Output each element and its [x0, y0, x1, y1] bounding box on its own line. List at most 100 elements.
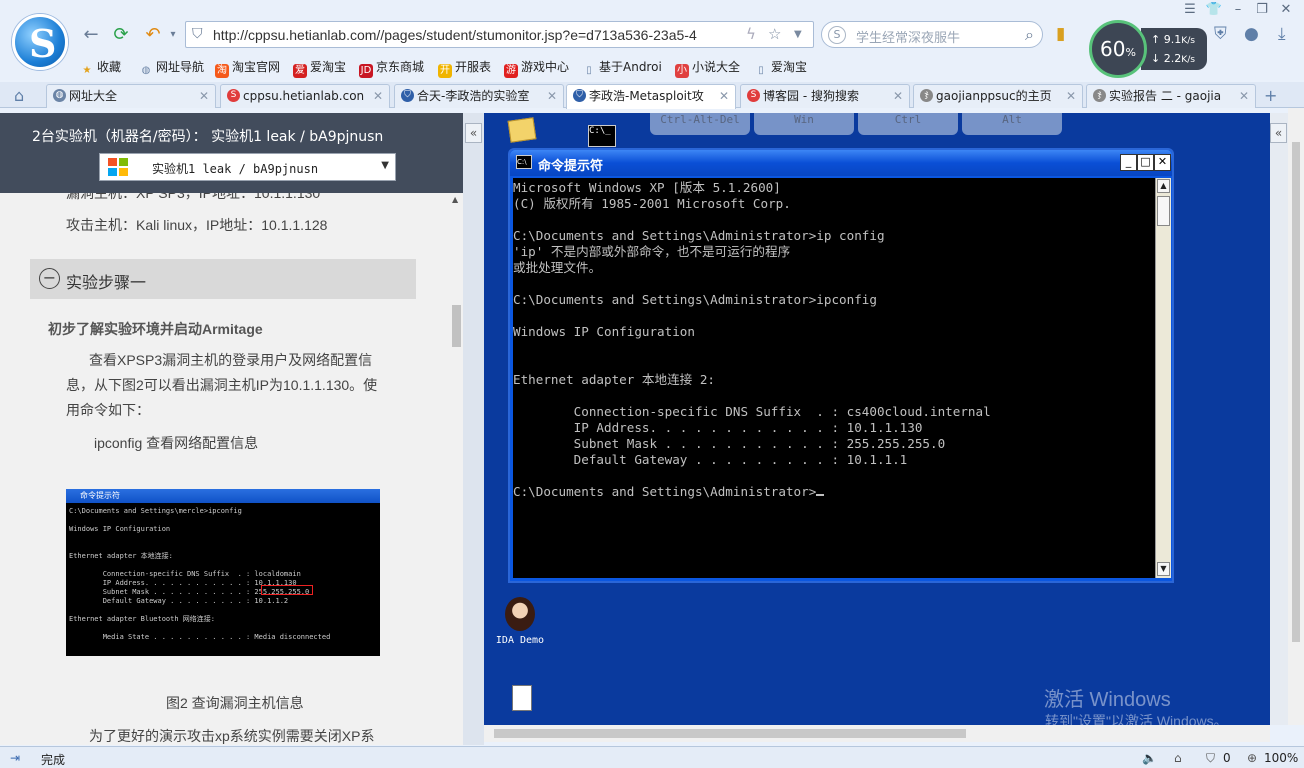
tab-close-icon[interactable]: ✕	[1066, 85, 1076, 107]
download-icon[interactable]: ⤓	[1278, 24, 1286, 44]
scroll-thumb[interactable]	[494, 729, 966, 738]
tab[interactable]: S 博客园 - 搜狗搜索 ✕	[740, 84, 910, 108]
scroll-up-icon[interactable]: ▲	[1157, 179, 1170, 193]
shield-status-icon[interactable]: ⛉	[1206, 751, 1215, 766]
refresh-icon[interactable]: ⟳	[110, 24, 132, 46]
close-icon[interactable]: ✕	[1274, 2, 1298, 17]
page-vertical-scrollbar[interactable]	[1288, 108, 1304, 725]
tab-close-icon[interactable]: ✕	[719, 85, 729, 107]
cmd-console[interactable]: Microsoft Windows XP [版本 5.1.2600] (C) 版…	[513, 178, 1155, 578]
activation-subtext: 转到"设置"以激活 Windows。	[1045, 713, 1228, 725]
zoom-icon[interactable]: ⊕	[1247, 751, 1257, 765]
bookmark-item[interactable]: 爱爱淘宝	[293, 58, 346, 78]
machine-select[interactable]: 实验机1 leak / bA9pjnusn ▼	[99, 153, 396, 181]
chevron-down-icon: ▼	[381, 160, 389, 171]
bookmark-item[interactable]: ▯ 基于Androi	[582, 58, 662, 78]
scroll-thumb[interactable]	[452, 305, 461, 347]
bookmark-item[interactable]: ★ 收藏	[80, 58, 122, 78]
remote-horizontal-scrollbar[interactable]	[484, 725, 1270, 742]
tab-active[interactable]: ⛉ 李政浩-Metasploit攻 ✕	[566, 84, 736, 109]
chevron-down-icon[interactable]: ▼	[794, 29, 802, 40]
note-icon[interactable]: ▮	[1056, 24, 1065, 44]
undo-icon[interactable]: ↶	[142, 24, 164, 46]
tab[interactable]: Scppsu.hetianlab.con ✕	[220, 84, 390, 108]
tab-close-icon[interactable]: ✕	[547, 85, 557, 107]
tab-close-icon[interactable]: ✕	[373, 85, 383, 107]
sogou-icon: S	[747, 89, 760, 102]
ida-demo-icon[interactable]: IDA Demo	[490, 597, 550, 646]
back-icon[interactable]: ←	[80, 24, 102, 46]
search-box[interactable]: S 学生经常深夜服牛 ⌕	[821, 21, 1043, 48]
tab[interactable]: ⛉ 合天-李政浩的实验室 ✕	[394, 84, 564, 108]
cmd-title: 命令提示符	[538, 159, 604, 174]
cmd-scrollbar[interactable]: ▲ ▼	[1155, 178, 1171, 578]
collapse-right-icon[interactable]: «	[1270, 123, 1287, 143]
search-icon[interactable]: ⌕	[1025, 25, 1034, 45]
star-icon: ★	[82, 65, 92, 76]
tab-close-icon[interactable]: ✕	[199, 85, 209, 107]
close-button[interactable]: ✕	[1154, 154, 1171, 171]
shield-icon: ⛉	[401, 89, 414, 102]
shield-security-icon[interactable]: ⛨	[1214, 24, 1227, 44]
tab-close-icon[interactable]: ✕	[893, 85, 903, 107]
bookmark-item[interactable]: 淘淘宝官网	[215, 58, 280, 78]
my-documents-icon[interactable]	[492, 117, 552, 143]
tab[interactable]: ჯ gaojianppsuc的主页 ✕	[913, 84, 1083, 108]
tab[interactable]: ჯ 实验报告 二 - gaojia ✕	[1086, 84, 1256, 108]
bookmark-item[interactable]: ▯ 爱淘宝	[754, 58, 807, 78]
star-icon[interactable]: ☆	[768, 25, 781, 43]
windows-logo-icon	[108, 158, 130, 178]
ctrl-key[interactable]: Ctrl	[858, 113, 958, 135]
bookmark-item[interactable]: JD 京东商城	[359, 58, 424, 78]
account-icon[interactable]: ●	[1244, 24, 1259, 44]
zoom-level[interactable]: 100%	[1264, 751, 1298, 765]
cmd-window[interactable]: C:\ 命令提示符 _ □ ✕ Microsoft Windows XP [版本…	[508, 148, 1174, 583]
right-collapse-rail: «	[1270, 113, 1288, 725]
network-speed-widget[interactable]: ↑ 9.1K/s ↓ 2.2K/s 60%	[1089, 20, 1209, 78]
remote-desktop[interactable]: Ctrl-Alt-Del Win Ctrl Alt C:\_ IDA Demo …	[484, 113, 1270, 725]
toolbox-icon[interactable]: ⌂	[1174, 751, 1182, 765]
undo-dropdown-icon[interactable]: ▾	[162, 24, 184, 46]
bookmark-item[interactable]: 游游戏中心	[504, 58, 569, 78]
ctrl-alt-del-key[interactable]: Ctrl-Alt-Del	[650, 113, 750, 135]
scroll-thumb[interactable]	[1292, 142, 1300, 642]
scroll-down-icon[interactable]: ▼	[1157, 562, 1170, 576]
restore-icon[interactable]: ❐	[1250, 2, 1274, 17]
cmd-shortcut-icon[interactable]: C:\_	[572, 125, 632, 147]
bookmark-item[interactable]: 开开服表	[438, 58, 491, 78]
scroll-thumb[interactable]	[1157, 196, 1170, 226]
new-tab-icon[interactable]: +	[1264, 86, 1277, 105]
home-icon[interactable]: ⌂	[14, 86, 24, 105]
cmd-titlebar[interactable]: C:\ 命令提示符 _ □ ✕	[510, 150, 1172, 176]
lightning-icon[interactable]: ϟ	[746, 25, 756, 43]
bookmarks-bar: ★ 收藏 ◍ 网址导航 淘淘宝官网 爱爱淘宝 JD 京东商城 开开服表 游游戏中心 ▯…	[0, 54, 1090, 78]
maximize-button[interactable]: □	[1137, 154, 1154, 171]
shield-icon: ⛉	[573, 89, 586, 102]
tab-close-icon[interactable]: ✕	[1239, 85, 1249, 107]
menu-icon[interactable]: ☰	[1178, 2, 1202, 17]
tab[interactable]: ◍ 网址大全 ✕	[46, 84, 216, 108]
globe-icon: ◍	[53, 89, 66, 102]
url-text[interactable]: http://cppsu.hetianlab.com//pages/studen…	[213, 27, 733, 43]
minimize-button[interactable]: _	[1120, 154, 1137, 171]
scroll-up-icon[interactable]: ▲	[452, 195, 458, 204]
step-header[interactable]: − 实验步骤一	[30, 259, 416, 299]
collapse-left-icon[interactable]: «	[465, 123, 482, 143]
win-key[interactable]: Win	[754, 113, 854, 135]
alt-key[interactable]: Alt	[962, 113, 1062, 135]
notepad-icon[interactable]	[492, 685, 552, 711]
search-placeholder[interactable]: 学生经常深夜服牛	[856, 27, 960, 46]
address-bar[interactable]: ⛉ http://cppsu.hetianlab.com//pages/stud…	[185, 21, 814, 48]
minimize-icon[interactable]: –	[1226, 2, 1250, 17]
blocked-count: 0	[1223, 751, 1231, 765]
sidebar-toggle-icon[interactable]: ⇥	[10, 751, 20, 765]
bookmark-item[interactable]: ◍ 网址导航	[139, 58, 204, 78]
collapse-icon[interactable]: −	[39, 268, 60, 289]
bookmark-item[interactable]: 小小说大全	[675, 58, 740, 78]
thumb-title: 命令提示符	[66, 489, 380, 503]
cmd-icon: C:\	[516, 155, 532, 169]
selected-machine: 实验机1 leak / bA9pjnusn	[152, 162, 319, 176]
volume-icon[interactable]: 🔈	[1142, 751, 1157, 765]
panel-scrollbar[interactable]: ▲	[450, 193, 463, 745]
skin-icon[interactable]: 👕	[1202, 2, 1226, 17]
